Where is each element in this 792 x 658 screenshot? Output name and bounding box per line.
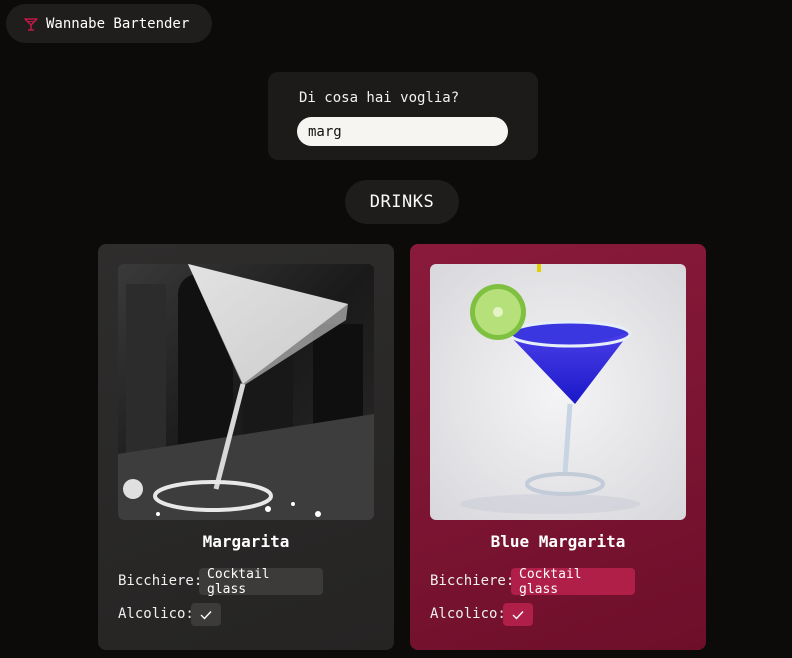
alcoholic-label: Alcolico: <box>430 606 506 622</box>
search-panel: Di cosa hai voglia? <box>268 72 538 160</box>
check-icon <box>200 610 212 620</box>
drink-card-blue-margarita[interactable]: Blue Margarita Bicchiere: Cocktail glass… <box>410 244 706 650</box>
brand-badge[interactable]: Wannabe Bartender <box>6 4 212 43</box>
drink-photo-blue-margarita <box>430 264 686 520</box>
drink-photo-margarita <box>118 264 374 520</box>
glass-chip: Cocktail glass <box>199 567 323 597</box>
alcoholic-chip <box>503 603 533 626</box>
search-input[interactable] <box>297 117 508 146</box>
martini-glass-icon <box>23 16 39 32</box>
search-label: Di cosa hai voglia? <box>299 90 460 106</box>
section-title: DRINKS <box>345 180 459 224</box>
drink-name: Blue Margarita <box>490 532 626 551</box>
drink-name: Margarita <box>202 532 290 551</box>
alcoholic-chip <box>191 603 221 626</box>
glass-label: Bicchiere: <box>118 573 203 589</box>
drink-card-margarita[interactable]: Margarita Bicchiere: Cocktail glass Alco… <box>98 244 394 650</box>
glass-chip: Cocktail glass <box>511 567 635 597</box>
check-icon <box>512 610 524 620</box>
brand-name: Wannabe Bartender <box>46 15 190 32</box>
glass-label: Bicchiere: <box>430 573 515 589</box>
alcoholic-label: Alcolico: <box>118 606 194 622</box>
